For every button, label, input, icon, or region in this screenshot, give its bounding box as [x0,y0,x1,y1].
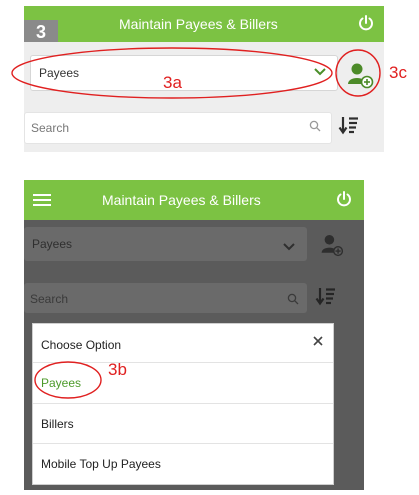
bottom-annotation-layer [34,361,102,399]
power-icon[interactable] [335,190,353,208]
top-annotation-layer [11,47,381,99]
close-icon[interactable] [312,334,324,352]
dimmed-dropdown: Payees [24,227,307,261]
modal-title: Choose Option [41,338,122,352]
annotation-label-3a: 3a [163,73,182,92]
annotation-label-3b: 3b [108,360,127,379]
option-billers-label: Billers [41,417,74,431]
option-mobile-top-up-payees[interactable]: Mobile Top Up Payees [33,443,333,484]
annotation-ellipse-3c [335,49,381,97]
annotation-label-3c: 3c [389,63,407,82]
menu-icon[interactable] [33,193,51,212]
chevron-down-icon [282,239,296,257]
dimmed-search: Search [24,283,307,313]
annotation-ellipse-3b [34,361,102,399]
dimmed-dropdown-value: Payees [32,237,73,251]
search-icon [287,292,299,310]
option-billers[interactable]: Billers [33,403,333,444]
dimmed-search-placeholder: Search [30,292,69,306]
sort-icon [315,286,337,313]
option-mobile-top-up-label: Mobile Top Up Payees [41,457,161,471]
add-user-icon [319,232,345,263]
bottom-header-bar: Maintain Payees & Billers [24,180,364,220]
bottom-header-title: Maintain Payees & Billers [102,192,261,208]
